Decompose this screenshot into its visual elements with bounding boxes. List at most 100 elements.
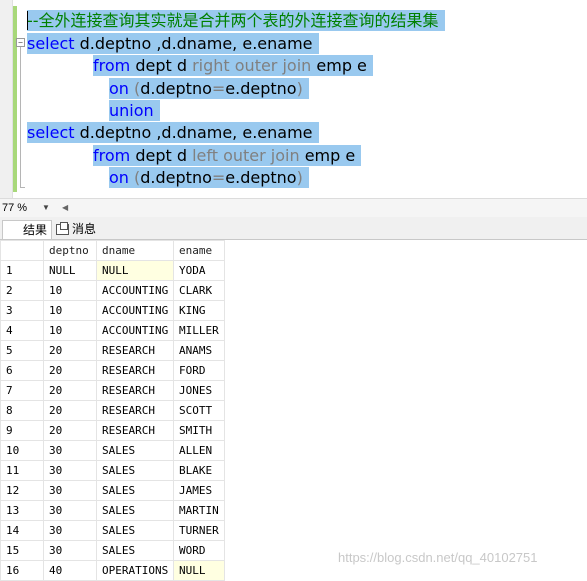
table-row[interactable]: 7 20 RESEARCH JONES	[0, 380, 225, 401]
row-number-cell[interactable]: 11	[0, 460, 44, 481]
grid-cell-ename[interactable]: FORD	[173, 360, 225, 381]
grid-cell-dname[interactable]: OPERATIONS	[96, 560, 174, 581]
grid-cell-dname[interactable]: RESEARCH	[96, 380, 174, 401]
code-line-from-2: from dept d left outer join emp e	[93, 145, 362, 166]
grid-cell-deptno[interactable]: 30	[43, 500, 97, 521]
row-number-cell[interactable]: 4	[0, 320, 44, 341]
grid-cell-deptno[interactable]: 20	[43, 400, 97, 421]
row-number-cell[interactable]: 9	[0, 420, 44, 441]
table-row[interactable]: 9 20 RESEARCH SMITH	[0, 420, 225, 441]
code-token: )	[296, 168, 303, 187]
table-row[interactable]: 6 20 RESEARCH FORD	[0, 360, 225, 381]
grid-cell-dname[interactable]: NULL	[96, 260, 174, 281]
column-header-deptno[interactable]: deptno	[43, 240, 97, 261]
row-number-cell[interactable]: 13	[0, 500, 44, 521]
scroll-left-icon[interactable]: ◀	[62, 201, 68, 215]
zoom-dropdown-icon[interactable]: ▼	[42, 201, 50, 215]
grid-cell-dname[interactable]: SALES	[96, 460, 174, 481]
grid-cell-deptno[interactable]: NULL	[43, 260, 97, 281]
code-token: on	[109, 79, 129, 98]
row-number-cell[interactable]: 15	[0, 540, 44, 561]
code-line-from-1: from dept d right outer join emp e	[93, 55, 373, 76]
grid-cell-dname[interactable]: RESEARCH	[96, 400, 174, 421]
grid-cell-dname[interactable]: RESEARCH	[96, 340, 174, 361]
grid-cell-ename[interactable]: NULL	[173, 560, 225, 581]
grid-cell-deptno[interactable]: 10	[43, 320, 97, 341]
grid-cell-ename[interactable]: MILLER	[173, 320, 225, 341]
column-header-ename[interactable]: ename	[173, 240, 225, 261]
row-number-header[interactable]	[0, 240, 44, 261]
grid-cell-deptno[interactable]: 20	[43, 420, 97, 441]
grid-cell-dname[interactable]: ACCOUNTING	[96, 320, 174, 341]
zoom-level[interactable]: 77 %	[2, 199, 27, 217]
grid-cell-deptno[interactable]: 30	[43, 480, 97, 501]
row-number-cell[interactable]: 3	[0, 300, 44, 321]
row-number-cell[interactable]: 12	[0, 480, 44, 501]
grid-cell-deptno[interactable]: 10	[43, 300, 97, 321]
table-row[interactable]: 12 30 SALES JAMES	[0, 480, 225, 501]
row-number-cell[interactable]: 6	[0, 360, 44, 381]
grid-cell-dname[interactable]: RESEARCH	[96, 420, 174, 441]
grid-cell-ename[interactable]: SCOTT	[173, 400, 225, 421]
row-number-cell[interactable]: 14	[0, 520, 44, 541]
grid-cell-deptno[interactable]: 40	[43, 560, 97, 581]
grid-cell-deptno[interactable]: 30	[43, 460, 97, 481]
grid-cell-ename[interactable]: JONES	[173, 380, 225, 401]
table-row[interactable]: 14 30 SALES TURNER	[0, 520, 225, 541]
sql-editor[interactable]: − --全外连接查询其实就是合并两个表的外连接查询的结果集 select d.d…	[0, 0, 587, 198]
grid-cell-ename[interactable]: TURNER	[173, 520, 225, 541]
grid-cell-ename[interactable]: KING	[173, 300, 225, 321]
table-row[interactable]: 8 20 RESEARCH SCOTT	[0, 400, 225, 421]
grid-cell-ename[interactable]: CLARK	[173, 280, 225, 301]
grid-cell-ename[interactable]: JAMES	[173, 480, 225, 501]
grid-cell-ename[interactable]: ALLEN	[173, 440, 225, 461]
grid-cell-dname[interactable]: SALES	[96, 480, 174, 501]
grid-cell-ename[interactable]: SMITH	[173, 420, 225, 441]
grid-cell-deptno[interactable]: 30	[43, 540, 97, 561]
tab-messages[interactable]: 消息	[52, 220, 100, 238]
table-row[interactable]: 5 20 RESEARCH ANAMS	[0, 340, 225, 361]
grid-cell-dname[interactable]: SALES	[96, 500, 174, 521]
code-token: (	[128, 79, 141, 98]
horizontal-scrollbar[interactable]	[74, 205, 583, 211]
grid-cell-ename[interactable]: YODA	[173, 260, 225, 281]
table-row[interactable]: 10 30 SALES ALLEN	[0, 440, 225, 461]
collapse-toggle-icon[interactable]: −	[16, 38, 25, 47]
grid-cell-deptno[interactable]: 20	[43, 380, 97, 401]
row-number-cell[interactable]: 16	[0, 560, 44, 581]
row-number-cell[interactable]: 2	[0, 280, 44, 301]
table-row[interactable]: 15 30 SALES WORD	[0, 540, 225, 561]
grid-cell-deptno[interactable]: 20	[43, 340, 97, 361]
row-number-cell[interactable]: 10	[0, 440, 44, 461]
grid-cell-ename[interactable]: WORD	[173, 540, 225, 561]
table-row[interactable]: 2 10 ACCOUNTING CLARK	[0, 280, 225, 301]
tab-results[interactable]: 结果	[2, 220, 53, 472]
table-row[interactable]: 1 NULL NULL YODA	[0, 260, 225, 281]
column-header-dname[interactable]: dname	[96, 240, 174, 261]
table-row[interactable]: 11 30 SALES BLAKE	[0, 460, 225, 481]
table-row[interactable]: 3 10 ACCOUNTING KING	[0, 300, 225, 321]
table-row[interactable]: 4 10 ACCOUNTING MILLER	[0, 320, 225, 341]
grid-cell-ename[interactable]: MARTIN	[173, 500, 225, 521]
row-number-cell[interactable]: 7	[0, 380, 44, 401]
grid-cell-dname[interactable]: SALES	[96, 540, 174, 561]
results-grid[interactable]: deptno dname ename 1 NULL NULL YODA 2 10 ACCOU…	[0, 240, 225, 581]
grid-cell-deptno[interactable]: 10	[43, 280, 97, 301]
grid-cell-ename[interactable]: ANAMS	[173, 340, 225, 361]
row-number-cell[interactable]: 5	[0, 340, 44, 361]
grid-cell-dname[interactable]: SALES	[96, 440, 174, 461]
row-number-cell[interactable]: 8	[0, 400, 44, 421]
grid-cell-deptno[interactable]: 30	[43, 520, 97, 541]
grid-cell-deptno[interactable]: 30	[43, 440, 97, 461]
code-token: =	[211, 79, 226, 98]
table-row[interactable]: 13 30 SALES MARTIN	[0, 500, 225, 521]
grid-cell-ename[interactable]: BLAKE	[173, 460, 225, 481]
grid-cell-dname[interactable]: SALES	[96, 520, 174, 541]
code-token: dept d	[130, 56, 193, 75]
table-row[interactable]: 16 40 OPERATIONS NULL	[0, 560, 225, 581]
grid-cell-dname[interactable]: RESEARCH	[96, 360, 174, 381]
grid-cell-deptno[interactable]: 20	[43, 360, 97, 381]
grid-cell-dname[interactable]: ACCOUNTING	[96, 280, 174, 301]
row-number-cell[interactable]: 1	[0, 260, 44, 281]
grid-cell-dname[interactable]: ACCOUNTING	[96, 300, 174, 321]
